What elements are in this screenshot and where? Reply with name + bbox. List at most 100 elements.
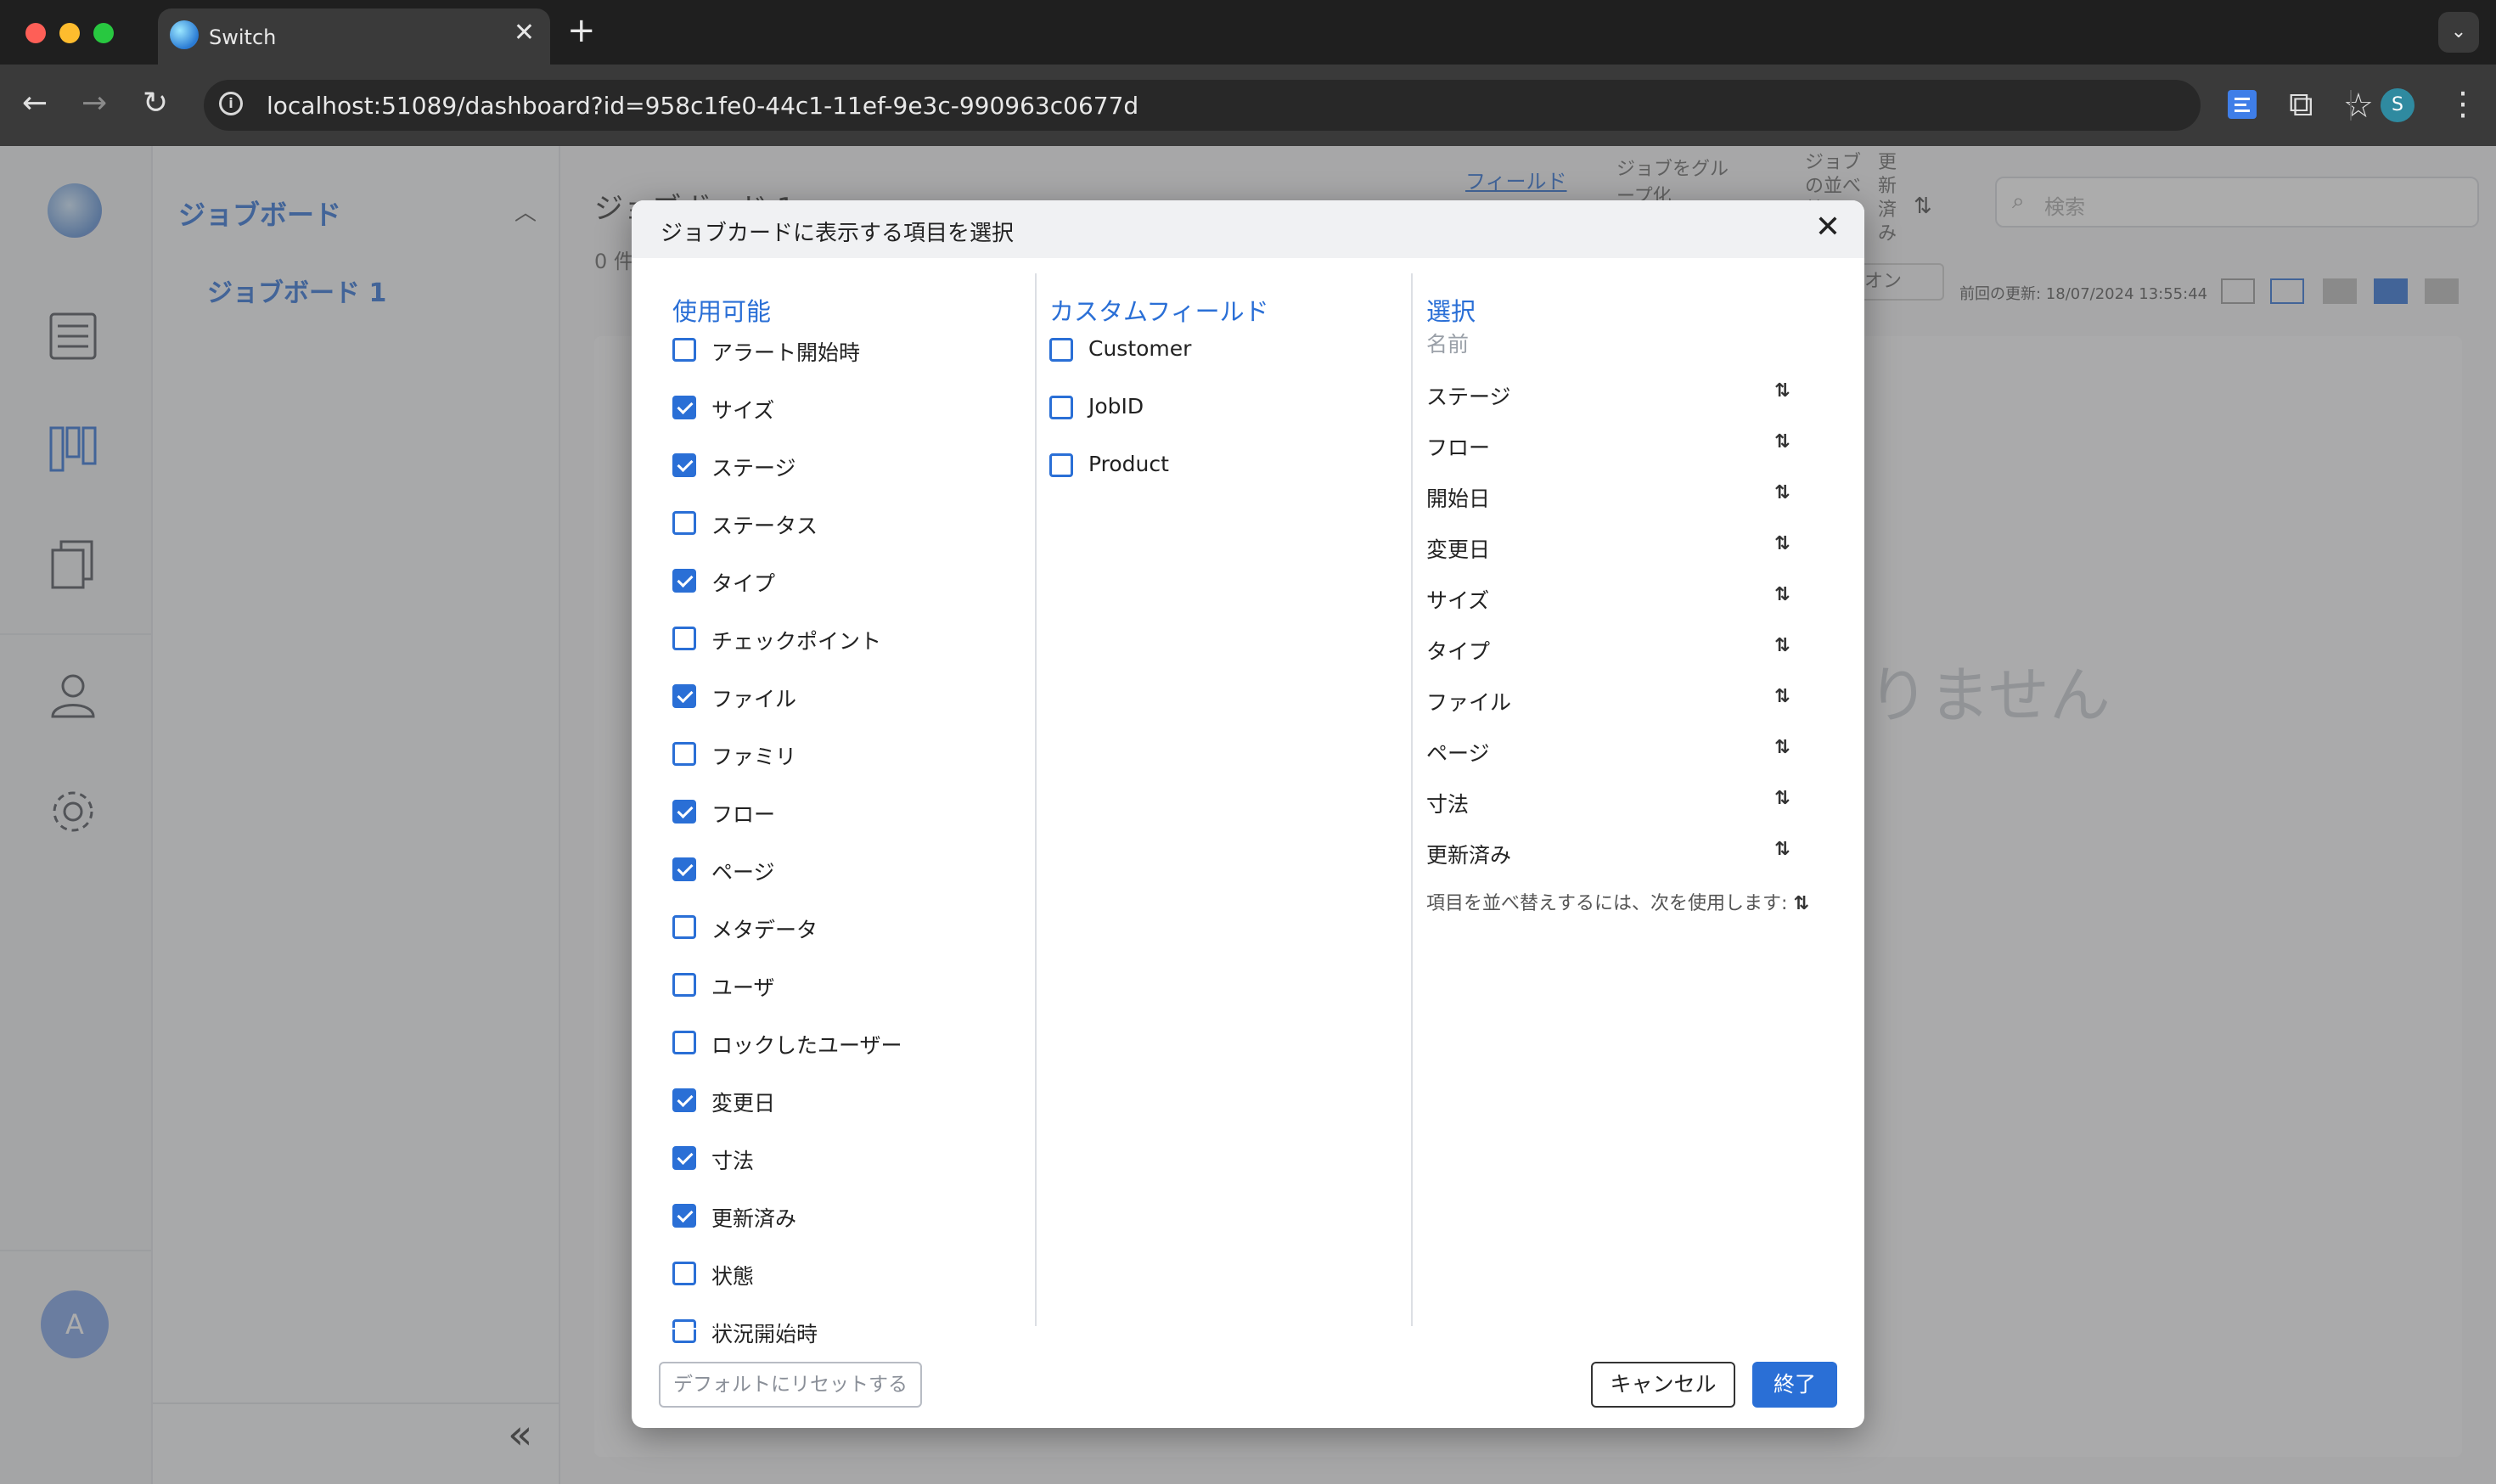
dialog-title: ジョブカードに表示する項目を選択 — [661, 221, 1015, 246]
selected-item[interactable]: 開始日 ⇅ — [1426, 479, 1800, 516]
checkbox[interactable] — [672, 1088, 696, 1112]
drag-sort-icon[interactable]: ⇅ — [1774, 788, 1790, 809]
checkbox[interactable] — [672, 1319, 696, 1343]
selected-item[interactable]: 更新済み ⇅ — [1426, 835, 1800, 873]
checkbox-label: ステージ — [711, 456, 796, 481]
checkbox[interactable] — [672, 627, 696, 650]
drag-sort-icon[interactable]: ⇅ — [1774, 482, 1790, 503]
checkbox[interactable] — [672, 1262, 696, 1285]
custom-fields-title: カスタムフィールド — [1049, 297, 1269, 326]
checkbox[interactable] — [672, 338, 696, 362]
checkbox[interactable] — [1049, 338, 1073, 362]
checkbox[interactable] — [672, 453, 696, 477]
toolbar-divider — [2350, 90, 2352, 121]
tab-close-icon[interactable]: ✕ — [514, 20, 535, 46]
extensions-puzzle-icon[interactable]: ⧉ — [2289, 85, 2313, 124]
browser-tab-bar: Switch ✕ + ⌄ — [0, 0, 2496, 65]
checkbox[interactable] — [672, 1031, 696, 1054]
checkbox-label: サイズ — [711, 398, 775, 423]
checkbox-label: アラート開始時 — [711, 340, 861, 365]
checkbox[interactable] — [672, 511, 696, 535]
selected-item[interactable]: 寸法 ⇅ — [1426, 784, 1800, 822]
tab-search-chevron-icon[interactable]: ⌄ — [2438, 12, 2479, 53]
forward-arrow-icon[interactable]: → — [82, 88, 107, 119]
new-tab-button[interactable]: + — [567, 14, 596, 48]
checkbox[interactable] — [672, 396, 696, 419]
done-button[interactable]: 終了 — [1752, 1362, 1837, 1408]
checkbox-label: タイプ — [711, 571, 776, 596]
checkbox-label: ロックしたユーザー — [711, 1033, 902, 1058]
bookmark-star-icon[interactable]: ☆ — [2343, 87, 2374, 126]
checkbox-label: ステータス — [711, 514, 818, 538]
reset-default-button[interactable]: デフォルトにリセットする — [659, 1362, 922, 1408]
checkbox-label: メタデータ — [711, 918, 818, 942]
back-arrow-icon[interactable]: ← — [22, 88, 48, 119]
drag-sort-icon[interactable]: ⇅ — [1774, 431, 1790, 453]
checkbox[interactable] — [672, 915, 696, 939]
selected-item[interactable]: サイズ ⇅ — [1426, 581, 1800, 618]
browser-toolbar: ← → ↻ i localhost:51089/dashboard?id=958… — [0, 65, 2496, 146]
profile-avatar[interactable]: S — [2381, 88, 2414, 122]
url-text[interactable]: localhost:51089/dashboard?id=958c1fe0-44… — [267, 92, 1138, 120]
extension-docs-icon[interactable] — [2228, 90, 2257, 119]
checkbox-label: Customer — [1088, 336, 1192, 361]
checkbox[interactable] — [672, 1204, 696, 1228]
checkbox-label: ユーザ — [711, 975, 775, 1000]
drag-sort-icon[interactable]: ⇅ — [1774, 584, 1790, 605]
selected-item[interactable]: ファイル ⇅ — [1426, 683, 1800, 720]
selected-item-label: ステージ — [1426, 385, 1511, 409]
drag-sort-icon[interactable]: ⇅ — [1774, 686, 1790, 707]
checkbox[interactable] — [672, 684, 696, 708]
selected-item-label: 開始日 — [1426, 486, 1491, 511]
selected-item-label: 変更日 — [1426, 537, 1491, 562]
checkbox[interactable] — [1049, 396, 1073, 419]
site-info-icon[interactable]: i — [219, 92, 243, 115]
drag-sort-icon[interactable]: ⇅ — [1774, 737, 1790, 758]
selected-item-label: フロー — [1426, 436, 1491, 460]
tab-title: Switch — [209, 25, 277, 49]
field-selection-dialog: ジョブカードに表示する項目を選択 ✕ 使用可能 アラート開始時 サイズ ステージ… — [632, 200, 1864, 1428]
selected-item[interactable]: タイプ ⇅ — [1426, 632, 1800, 669]
drag-sort-icon[interactable]: ⇅ — [1774, 635, 1790, 656]
checkbox[interactable] — [1049, 453, 1073, 477]
drag-sort-icon[interactable]: ⇅ — [1774, 839, 1790, 860]
drag-sort-icon[interactable]: ⇅ — [1774, 533, 1790, 554]
custom-fields-column: カスタムフィールド Customer JobID Product — [1049, 258, 1406, 1428]
browser-tab[interactable]: Switch ✕ — [158, 8, 550, 65]
checkbox-label: 寸法 — [711, 1149, 755, 1173]
dialog-close-icon[interactable]: ✕ — [1815, 212, 1841, 243]
column-divider — [1411, 273, 1413, 1326]
checkbox[interactable] — [672, 857, 696, 881]
checkbox-label: Product — [1088, 452, 1169, 476]
reorder-hint: 項目を並べ替えするには、次を使用します: ⇅ — [1426, 888, 1809, 915]
address-bar[interactable]: i localhost:51089/dashboard?id=958c1fe0-… — [204, 80, 2374, 131]
selected-item-label: タイプ — [1426, 639, 1491, 664]
reload-icon[interactable]: ↻ — [143, 88, 168, 119]
selected-title: 選択 — [1426, 297, 1476, 326]
checkbox[interactable] — [672, 569, 696, 593]
available-title: 使用可能 — [672, 297, 772, 326]
selected-item-label: サイズ — [1426, 588, 1490, 613]
reorder-hint-text: 項目を並べ替えするには、次を使用します: — [1426, 893, 1788, 914]
selected-item-label: ページ — [1426, 741, 1490, 766]
selected-name-header: 名前 — [1426, 332, 1470, 357]
checkbox[interactable] — [672, 1146, 696, 1170]
selected-item[interactable]: フロー ⇅ — [1426, 428, 1800, 465]
browser-menu-icon[interactable]: ⋮ — [2447, 85, 2479, 122]
selected-item[interactable]: ページ ⇅ — [1426, 734, 1800, 771]
checkbox[interactable] — [672, 973, 696, 997]
checkbox-label: フロー — [711, 802, 776, 827]
checkbox-label: JobID — [1088, 394, 1144, 419]
checkbox[interactable] — [672, 800, 696, 824]
window-minimize-button[interactable] — [59, 23, 80, 43]
selected-item[interactable]: ステージ ⇅ — [1426, 377, 1800, 414]
cancel-button[interactable]: キャンセル — [1591, 1362, 1735, 1408]
checkbox-label: ファミリ — [711, 745, 797, 769]
checkbox[interactable] — [672, 742, 696, 766]
checkbox-label: 状況開始時 — [711, 1322, 818, 1346]
drag-sort-icon[interactable]: ⇅ — [1774, 380, 1790, 402]
selected-item[interactable]: 変更日 ⇅ — [1426, 530, 1800, 567]
window-maximize-button[interactable] — [93, 23, 114, 43]
checkbox-label: ページ — [711, 860, 775, 885]
window-close-button[interactable] — [25, 23, 46, 43]
